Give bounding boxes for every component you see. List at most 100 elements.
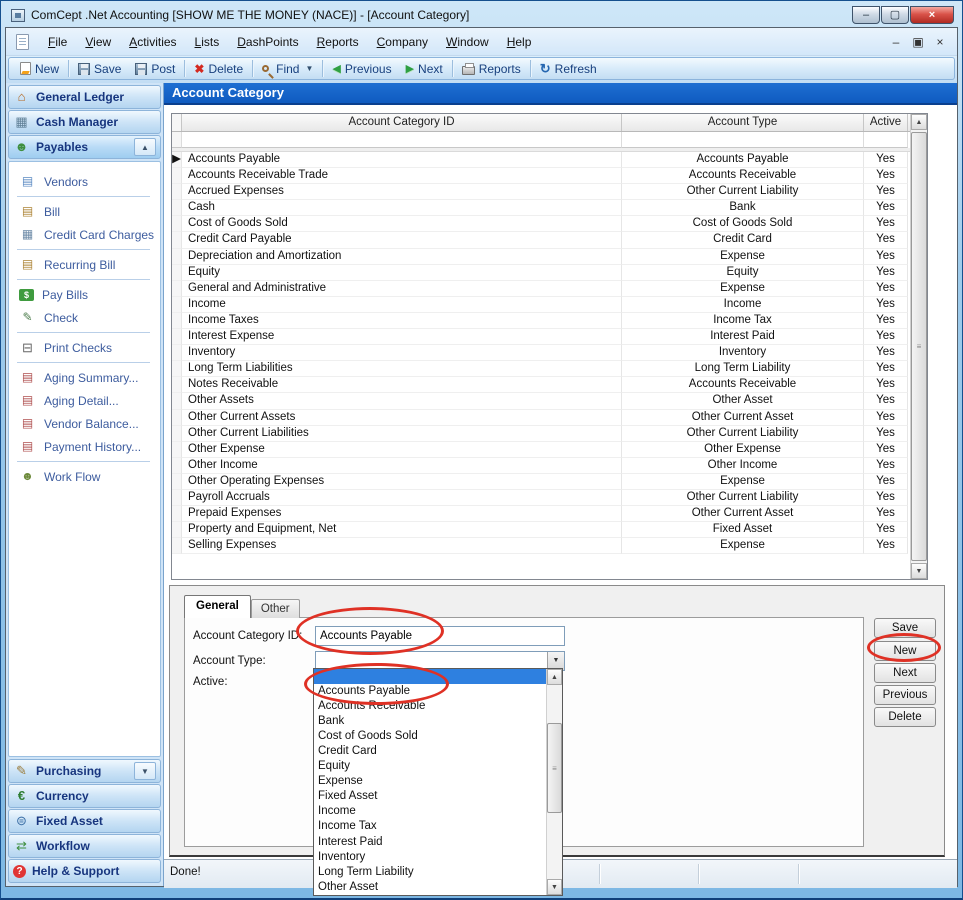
reports-button[interactable]: Reports (455, 60, 528, 78)
menu-window[interactable]: Window (437, 31, 498, 53)
table-row[interactable]: Interest Expense Interest Paid Yes (172, 329, 910, 345)
sidebar-item-credit-card-charges[interactable]: ▦ Credit Card Charges (15, 223, 160, 246)
menu-company[interactable]: Company (368, 31, 437, 53)
dropdown-option[interactable]: Long Term Liability (314, 865, 546, 880)
sidebar-item-vendors[interactable]: ▤ Vendors (15, 170, 160, 193)
refresh-button[interactable]: ↻ Refresh (533, 60, 604, 78)
sidebar-group-general-ledger[interactable]: ⌂ General Ledger (8, 85, 161, 109)
scroll-down-icon[interactable]: ▼ (547, 879, 562, 895)
mdi-minimize-button[interactable]: – (889, 35, 903, 49)
table-row[interactable]: Other Operating Expenses Expense Yes (172, 474, 910, 490)
table-row[interactable]: Long Term Liabilities Long Term Liabilit… (172, 361, 910, 377)
table-row[interactable]: ▶ Accounts Payable Accounts Payable Yes (172, 152, 910, 168)
sidebar-item-aging-detail[interactable]: ▤ Aging Detail... (15, 389, 160, 412)
menu-help[interactable]: Help (498, 31, 541, 53)
table-row[interactable]: General and Administrative Expense Yes (172, 281, 910, 297)
menu-lists[interactable]: Lists (186, 31, 229, 53)
table-row[interactable]: Cost of Goods Sold Cost of Goods Sold Ye… (172, 216, 910, 232)
sidebar-group-currency[interactable]: € Currency (8, 784, 161, 808)
dropdown-option[interactable]: Inventory (314, 850, 546, 865)
sidebar-item-recurring-bill[interactable]: ▤ Recurring Bill (15, 253, 160, 276)
title-bar[interactable]: ComCept .Net Accounting [SHOW ME THE MON… (5, 1, 958, 27)
table-row[interactable]: Property and Equipment, Net Fixed Asset … (172, 522, 910, 538)
sidebar-group-workflow[interactable]: ⇄ Workflow (8, 834, 161, 858)
collapse-arrow-button[interactable]: ▲ (134, 138, 156, 156)
next-button[interactable]: ▶ Next (399, 60, 450, 78)
grid-filter-row[interactable] (172, 132, 910, 148)
new-button[interactable]: New (13, 60, 66, 78)
menu-file[interactable]: File (39, 31, 76, 53)
previous-record-button[interactable]: Previous (874, 685, 936, 705)
save-button[interactable]: Save (71, 60, 128, 78)
menu-activities[interactable]: Activities (120, 31, 185, 53)
find-button[interactable]: Find ▼ (255, 60, 320, 78)
column-header-account-category-id[interactable]: Account Category ID (182, 114, 622, 131)
sidebar-group-purchasing[interactable]: ✎ Purchasing ▼ (8, 759, 161, 783)
table-row[interactable]: Other Income Other Income Yes (172, 458, 910, 474)
scroll-up-icon[interactable]: ▲ (547, 669, 562, 685)
sidebar-item-work-flow[interactable]: ☻ Work Flow (15, 465, 160, 488)
table-row[interactable]: Other Assets Other Asset Yes (172, 393, 910, 409)
sidebar-item-aging-summary[interactable]: ▤ Aging Summary... (15, 366, 160, 389)
table-row[interactable]: Inventory Inventory Yes (172, 345, 910, 361)
table-row[interactable]: Other Current Liabilities Other Current … (172, 426, 910, 442)
dropdown-option[interactable]: Fixed Asset (314, 789, 546, 804)
scrollbar-thumb[interactable]: ≡ (547, 723, 562, 813)
post-button[interactable]: Post (128, 60, 182, 78)
table-row[interactable]: Depreciation and Amortization Expense Ye… (172, 249, 910, 265)
dropdown-option[interactable] (314, 669, 546, 684)
grid-vertical-scrollbar[interactable]: ▲ ≡ ▼ (910, 114, 927, 579)
table-row[interactable]: Income Income Yes (172, 297, 910, 313)
table-row[interactable]: Payroll Accruals Other Current Liability… (172, 490, 910, 506)
sidebar-item-vendor-balance[interactable]: ▤ Vendor Balance... (15, 412, 160, 435)
menu-view[interactable]: View (76, 31, 120, 53)
menu-dashpoints[interactable]: DashPoints (228, 31, 307, 53)
dropdown-option[interactable]: Equity (314, 759, 546, 774)
scroll-down-icon[interactable]: ▼ (911, 563, 927, 579)
dropdown-option[interactable]: Bank (314, 714, 546, 729)
minimize-button[interactable]: – (852, 6, 880, 24)
scroll-up-icon[interactable]: ▲ (911, 114, 927, 130)
sidebar-group-fixed-asset[interactable]: ⊜ Fixed Asset (8, 809, 161, 833)
column-header-account-type[interactable]: Account Type (622, 114, 864, 131)
dropdown-option[interactable]: Other Asset (314, 880, 546, 895)
dropdown-option[interactable]: Accounts Receivable (314, 699, 546, 714)
table-row[interactable]: Accounts Receivable Trade Accounts Recei… (172, 168, 910, 184)
account-category-id-input[interactable] (315, 626, 565, 646)
close-button[interactable]: × (910, 6, 954, 24)
sidebar-group-help-support[interactable]: ? Help & Support (8, 859, 161, 883)
sidebar-item-payment-history[interactable]: ▤ Payment History... (15, 435, 160, 458)
sidebar-item-bill[interactable]: ▤ Bill (15, 200, 160, 223)
column-header-active[interactable]: Active (864, 114, 908, 131)
dropdown-scrollbar[interactable]: ▲ ≡ ▼ (546, 669, 562, 895)
table-row[interactable]: Other Current Assets Other Current Asset… (172, 410, 910, 426)
table-row[interactable]: Prepaid Expenses Other Current Asset Yes (172, 506, 910, 522)
scrollbar-thumb[interactable]: ≡ (911, 132, 927, 561)
menu-reports[interactable]: Reports (308, 31, 368, 53)
table-row[interactable]: Income Taxes Income Tax Yes (172, 313, 910, 329)
mdi-close-button[interactable]: × (933, 35, 947, 49)
delete-record-button[interactable]: Delete (874, 707, 936, 727)
table-row[interactable]: Accrued Expenses Other Current Liability… (172, 184, 910, 200)
table-row[interactable]: Other Expense Other Expense Yes (172, 442, 910, 458)
maximize-button[interactable]: ▢ (881, 6, 909, 24)
previous-button[interactable]: ◀ Previous (325, 60, 398, 78)
table-row[interactable]: Notes Receivable Accounts Receivable Yes (172, 377, 910, 393)
expand-arrow-button[interactable]: ▼ (134, 762, 156, 780)
dropdown-option[interactable]: Cost of Goods Sold (314, 729, 546, 744)
tab-other[interactable]: Other (251, 599, 300, 618)
dropdown-option[interactable]: Interest Paid (314, 835, 546, 850)
dropdown-option[interactable]: Credit Card (314, 744, 546, 759)
table-row[interactable]: Equity Equity Yes (172, 265, 910, 281)
save-record-button[interactable]: Save (874, 618, 936, 638)
sidebar-item-print-checks[interactable]: ⊟ Print Checks (15, 336, 160, 359)
dropdown-option[interactable]: Income (314, 804, 546, 819)
sidebar-item-check[interactable]: ✎ Check (15, 306, 160, 329)
dropdown-option[interactable]: Expense (314, 774, 546, 789)
mdi-restore-button[interactable]: ▣ (911, 35, 925, 49)
sidebar-group-cash-manager[interactable]: ▦ Cash Manager (8, 110, 161, 134)
dropdown-option[interactable]: Accounts Payable (314, 684, 546, 699)
tab-general[interactable]: General (184, 595, 251, 618)
new-record-button[interactable]: New (874, 641, 936, 661)
table-row[interactable]: Credit Card Payable Credit Card Yes (172, 232, 910, 248)
